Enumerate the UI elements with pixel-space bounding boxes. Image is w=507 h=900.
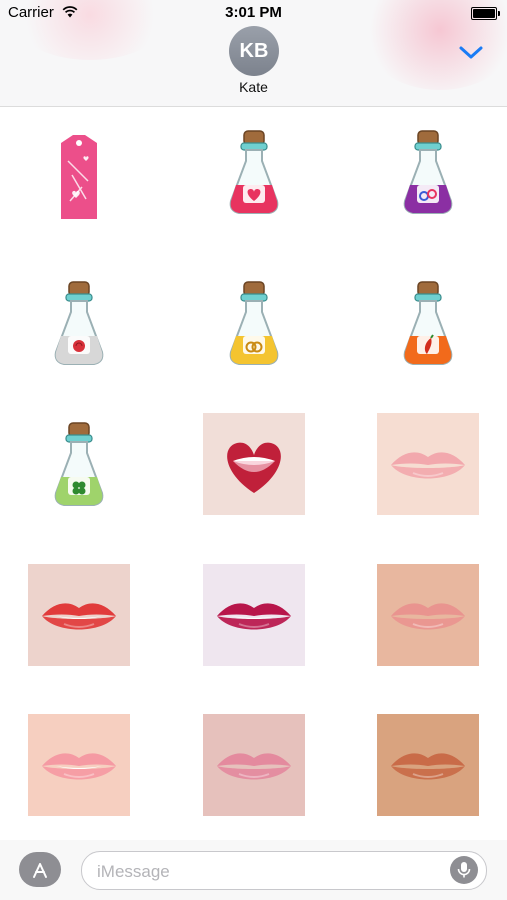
chevron-down-icon[interactable]	[456, 40, 486, 64]
sticker-lips-nude-pink[interactable]	[377, 413, 479, 515]
avatar[interactable]: KB	[229, 26, 279, 76]
sticker-potion-clover[interactable]	[28, 413, 130, 515]
contact-name[interactable]: Kate	[0, 79, 507, 95]
sticker-potion-pepper[interactable]	[377, 272, 479, 374]
sticker-lips-mauve[interactable]	[203, 714, 305, 816]
app-store-icon	[33, 862, 47, 878]
sticker-lips-red-smile[interactable]	[28, 564, 130, 666]
conversation-header: Carrier 3:01 PM KB Kate	[0, 0, 507, 107]
battery-icon	[471, 7, 500, 20]
status-bar: Carrier 3:01 PM	[0, 4, 507, 24]
sticker-lips-pink-open[interactable]	[28, 714, 130, 816]
sticker-potion-gender[interactable]	[377, 121, 479, 223]
microphone-button[interactable]	[450, 856, 478, 884]
message-placeholder: iMessage	[97, 862, 170, 881]
sticker-gift-tag[interactable]	[28, 121, 130, 223]
message-input[interactable]: iMessage	[81, 851, 487, 890]
sticker-grid	[0, 107, 507, 839]
sticker-lips-heart[interactable]	[203, 413, 305, 515]
sticker-lips-bite[interactable]	[203, 564, 305, 666]
sticker-potion-rings[interactable]	[203, 272, 305, 374]
microphone-icon	[457, 862, 471, 878]
sticker-lips-bronze[interactable]	[377, 714, 479, 816]
app-store-button[interactable]	[19, 852, 61, 887]
message-input-bar: iMessage	[0, 840, 507, 900]
sticker-potion-rose[interactable]	[28, 272, 130, 374]
clock: 3:01 PM	[225, 4, 282, 21]
sticker-lips-soft-nude[interactable]	[377, 564, 479, 666]
sticker-potion-heart[interactable]	[203, 121, 305, 223]
